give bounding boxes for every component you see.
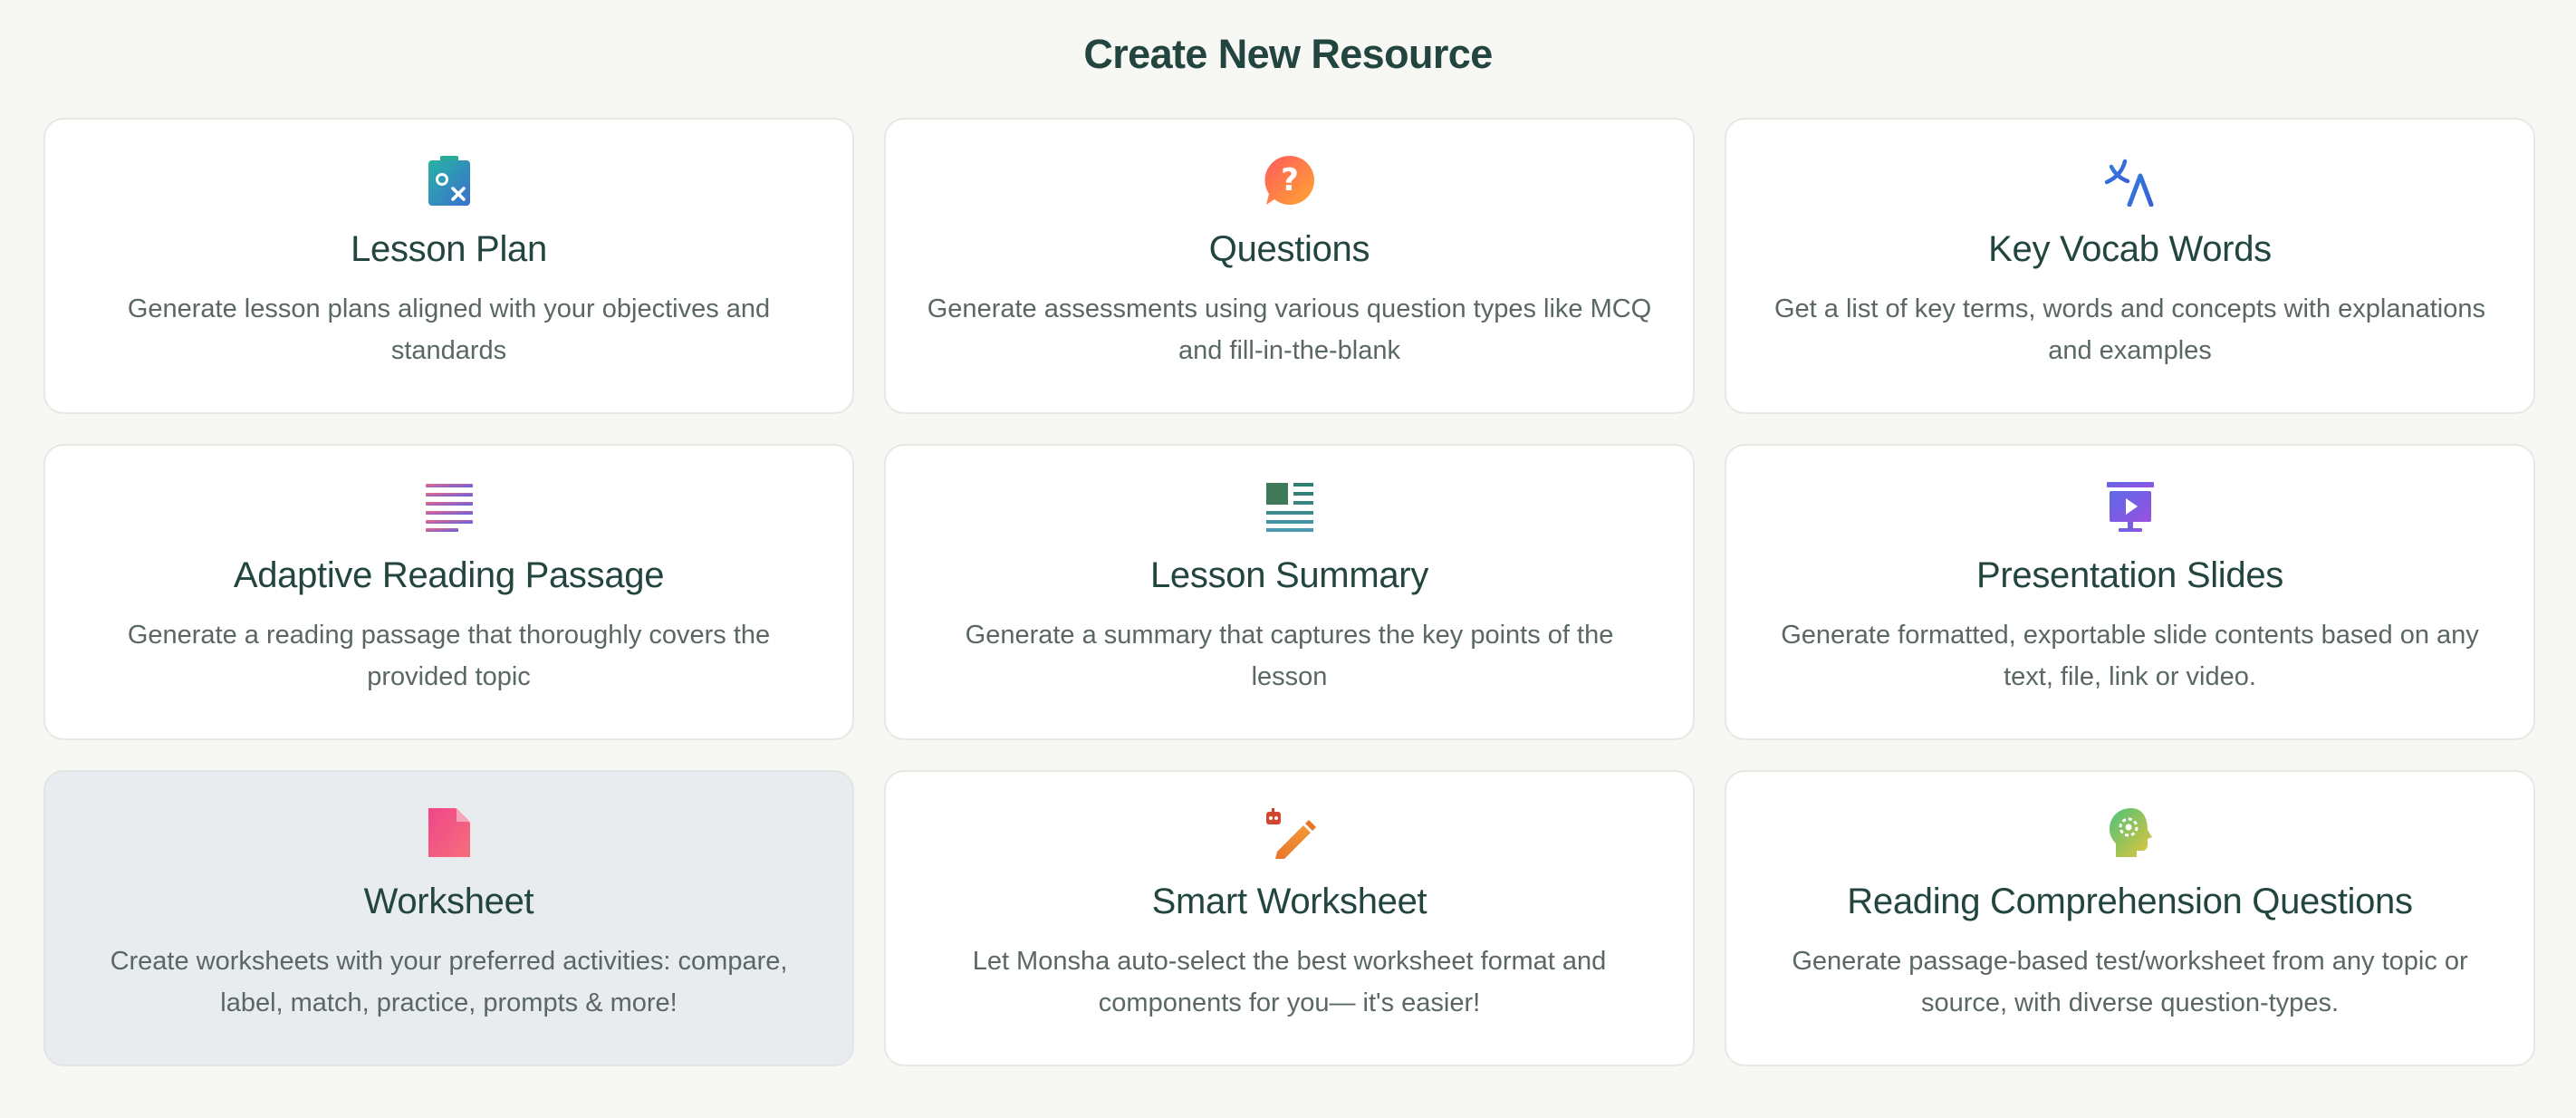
- resource-card-lesson-summary[interactable]: Lesson Summary Generate a summary that c…: [884, 444, 1695, 740]
- card-description: Create worksheets with your preferred ac…: [110, 947, 788, 1017]
- card-description: Let Monsha auto-select the best workshee…: [972, 947, 1607, 1017]
- card-title: Presentation Slides: [1976, 555, 2283, 595]
- clipboard-icon: [423, 154, 476, 207]
- text-lines-icon: [423, 480, 476, 533]
- translate-icon: [2104, 154, 2157, 207]
- card-description: Generate formatted, exportable slide con…: [1781, 621, 2479, 691]
- resource-card-lesson-plan[interactable]: Lesson Plan Generate lesson plans aligne…: [43, 118, 854, 414]
- document-icon: [423, 806, 476, 859]
- resource-card-worksheet[interactable]: Worksheet Create worksheets with your pr…: [43, 770, 854, 1066]
- card-description: Generate lesson plans aligned with your …: [127, 294, 771, 365]
- brain-head-icon: [2104, 806, 2157, 859]
- card-title: Reading Comprehension Questions: [1847, 882, 2413, 921]
- resource-card-presentation-slides[interactable]: Presentation Slides Generate formatted, …: [1725, 444, 2535, 740]
- card-title: Key Vocab Words: [1988, 229, 2272, 269]
- resource-card-questions[interactable]: ? Questions Generate assessments using v…: [884, 118, 1695, 414]
- svg-text:?: ?: [1281, 162, 1299, 198]
- card-title: Questions: [1208, 229, 1370, 269]
- card-title: Lesson Plan: [351, 229, 547, 269]
- resource-card-key-vocab-words[interactable]: Key Vocab Words Get a list of key terms,…: [1725, 118, 2535, 414]
- question-bubble-icon: ?: [1264, 154, 1316, 207]
- resource-card-reading-comprehension-questions[interactable]: Reading Comprehension Questions Generate…: [1725, 770, 2535, 1066]
- page-title: Create New Resource: [1083, 31, 1493, 77]
- presentation-icon: [2104, 480, 2157, 533]
- card-title: Worksheet: [363, 882, 534, 921]
- card-title: Lesson Summary: [1149, 555, 1429, 595]
- card-description: Generate a summary that captures the key…: [965, 621, 1614, 691]
- card-description: Generate assessments using various quest…: [927, 294, 1652, 365]
- card-description: Generate a reading passage that thorough…: [127, 621, 771, 691]
- card-title: Adaptive Reading Passage: [233, 555, 665, 595]
- resource-card-smart-worksheet[interactable]: Smart Worksheet Let Monsha auto-select t…: [884, 770, 1695, 1066]
- card-description: Get a list of key terms, words and conce…: [1774, 294, 2485, 365]
- card-description: Generate passage-based test/worksheet fr…: [1792, 947, 2468, 1017]
- card-title: Smart Worksheet: [1151, 882, 1427, 921]
- article-icon: [1264, 480, 1316, 533]
- robot-pencil-icon: [1264, 806, 1316, 859]
- resource-card-adaptive-reading-passage[interactable]: Adaptive Reading Passage Generate a read…: [43, 444, 854, 740]
- resource-grid: Lesson Plan Generate lesson plans aligne…: [43, 118, 2535, 1066]
